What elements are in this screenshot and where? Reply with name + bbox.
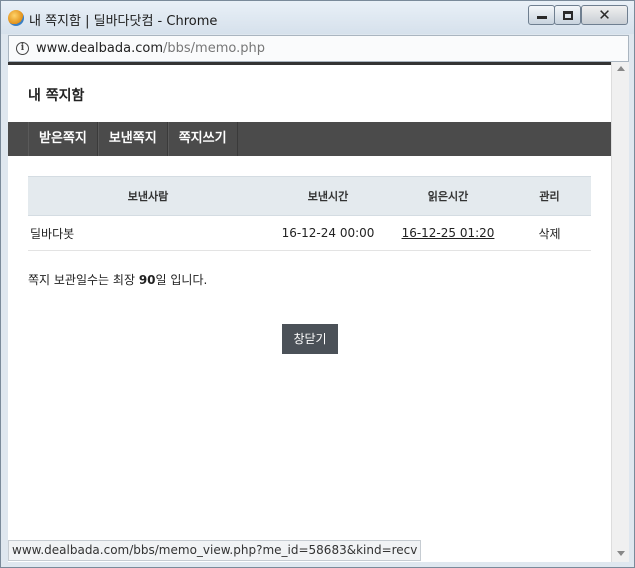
maximize-icon bbox=[563, 11, 573, 20]
close-window-button[interactable]: ✕ bbox=[581, 5, 628, 25]
address-bar[interactable]: i www.dealbada.com/bbs/memo.php bbox=[8, 35, 629, 62]
page-title: 내 쪽지함 bbox=[28, 88, 85, 104]
note-prefix: 쪽지 보관일수는 최장 bbox=[28, 273, 139, 287]
note-days: 90 bbox=[138, 273, 156, 287]
site-favicon-icon bbox=[8, 10, 24, 26]
header-manage: 관리 bbox=[508, 176, 591, 216]
minimize-icon bbox=[537, 16, 547, 19]
header-sender: 보낸사람 bbox=[28, 176, 268, 216]
scroll-down-icon[interactable] bbox=[617, 551, 625, 556]
close-icon: ✕ bbox=[598, 6, 611, 24]
close-popup-button[interactable]: 창닫기 bbox=[282, 324, 338, 354]
row-sent-time: 16-12-24 00:00 bbox=[268, 215, 388, 251]
url-path: /bbs/memo.php bbox=[163, 41, 265, 56]
header-read-time: 읽은시간 bbox=[388, 176, 508, 216]
status-bar-url: www.dealbada.com/bbs/memo_view.php?me_id… bbox=[8, 540, 422, 561]
minimize-button[interactable] bbox=[528, 5, 555, 25]
table-header-row: 보낸사람 보낸시간 읽은시간 관리 bbox=[28, 176, 591, 216]
tab-sent[interactable]: 보낸쪽지 bbox=[97, 122, 168, 156]
window-title: 내 쪽지함 | 딜바다닷컴 - Chrome bbox=[29, 14, 218, 29]
tab-received[interactable]: 받은쪽지 bbox=[28, 122, 98, 156]
vertical-scrollbar[interactable] bbox=[611, 62, 629, 562]
info-icon[interactable]: i bbox=[16, 42, 29, 55]
table-row: 딜바다봇 16-12-24 00:00 16-12-25 01:20 삭제 bbox=[28, 215, 591, 251]
note-suffix: 일 입니다. bbox=[155, 273, 208, 287]
address-url[interactable]: www.dealbada.com/bbs/memo.php bbox=[36, 41, 265, 56]
url-host: www.dealbada.com bbox=[36, 41, 163, 56]
delete-link[interactable]: 삭제 bbox=[508, 215, 591, 251]
memo-table: 보낸사람 보낸시간 읽은시간 관리 딜바다봇 16-12-24 00:00 16… bbox=[28, 176, 591, 251]
header-sent-time: 보낸시간 bbox=[268, 176, 388, 216]
browser-window: 내 쪽지함 | 딜바다닷컴 - Chrome ✕ i www.dealbada.… bbox=[0, 0, 635, 568]
memo-tab-bar: 받은쪽지 보낸쪽지 쪽지쓰기 bbox=[8, 122, 611, 156]
row-sender: 딜바다봇 bbox=[28, 215, 268, 251]
row-read-time-cell: 16-12-25 01:20 bbox=[388, 215, 508, 251]
title-bar[interactable]: 내 쪽지함 | 딜바다닷컴 - Chrome ✕ bbox=[1, 1, 634, 34]
scroll-up-icon[interactable] bbox=[617, 66, 625, 71]
tab-write[interactable]: 쪽지쓰기 bbox=[167, 122, 238, 156]
maximize-button[interactable] bbox=[554, 5, 581, 25]
page-content: 내 쪽지함 받은쪽지 보낸쪽지 쪽지쓰기 보낸사람 보낸시간 읽은시간 관리 딜… bbox=[8, 62, 611, 562]
read-time-link[interactable]: 16-12-25 01:20 bbox=[402, 226, 495, 240]
retention-note: 쪽지 보관일수는 최장 90일 입니다. bbox=[28, 271, 207, 288]
